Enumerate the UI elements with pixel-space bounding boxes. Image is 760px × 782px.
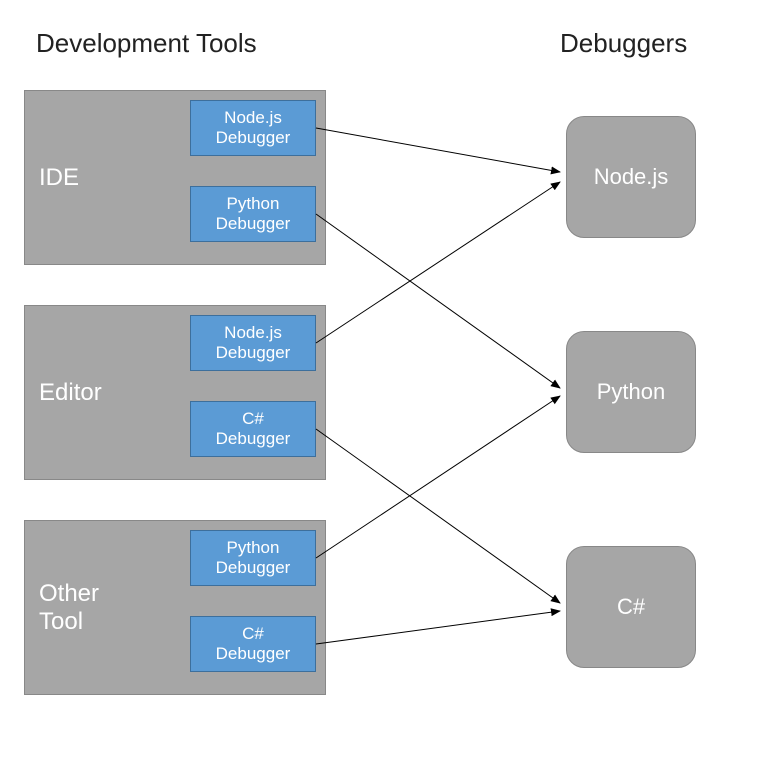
plugin-other-csharp: C#Debugger: [190, 616, 316, 672]
arrow-editor-nodejs: [316, 182, 560, 343]
plugin-editor-nodejs: Node.jsDebugger: [190, 315, 316, 371]
arrow-editor-csharp: [316, 429, 560, 603]
arrow-other-python: [316, 396, 560, 558]
target-python: Python: [566, 331, 696, 453]
plugin-other-python: PythonDebugger: [190, 530, 316, 586]
tool-label-editor: Editor: [25, 379, 102, 407]
arrow-ide-python: [316, 214, 560, 388]
tool-label-other: OtherTool: [25, 580, 99, 635]
plugin-ide-python: PythonDebugger: [190, 186, 316, 242]
arrow-ide-nodejs: [316, 128, 560, 172]
heading-debuggers: Debuggers: [560, 28, 687, 59]
plugin-editor-csharp: C#Debugger: [190, 401, 316, 457]
tool-label-ide: IDE: [25, 164, 79, 192]
target-csharp: C#: [566, 546, 696, 668]
target-nodejs: Node.js: [566, 116, 696, 238]
plugin-ide-nodejs: Node.jsDebugger: [190, 100, 316, 156]
arrow-other-csharp: [316, 611, 560, 644]
heading-dev-tools: Development Tools: [36, 28, 257, 59]
